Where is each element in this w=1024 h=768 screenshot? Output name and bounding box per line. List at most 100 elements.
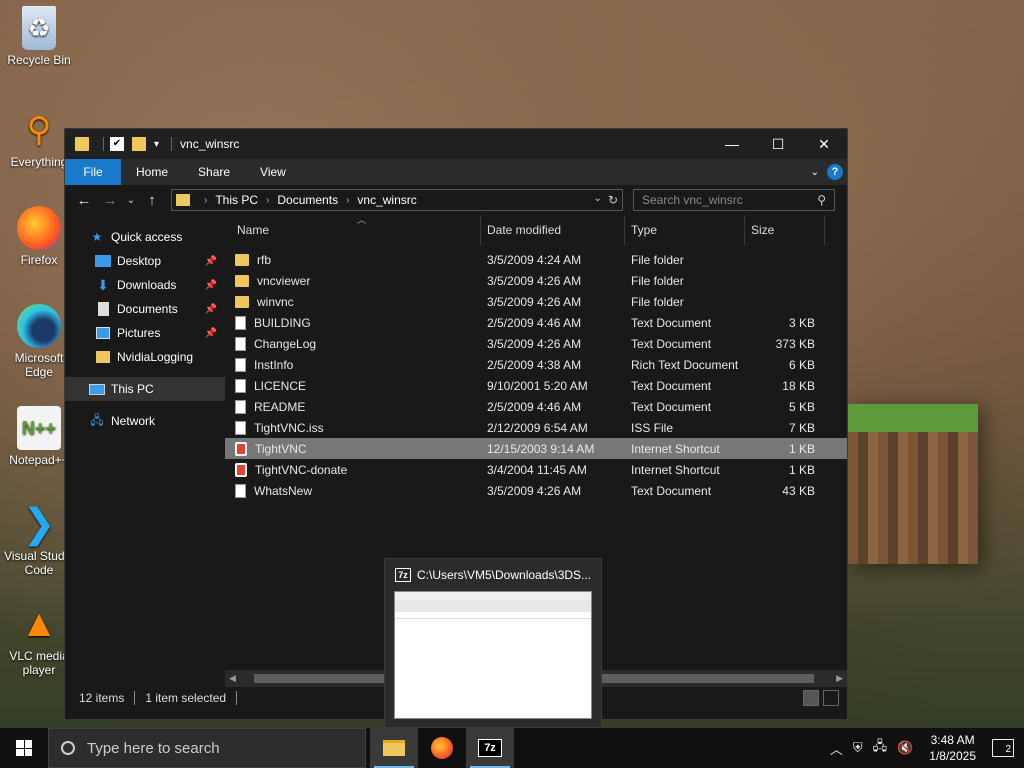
- column-size[interactable]: Size: [745, 215, 825, 245]
- search-box[interactable]: ⚲: [633, 189, 835, 211]
- folder-icon: [235, 253, 249, 266]
- start-button[interactable]: [0, 728, 48, 768]
- internet-shortcut-icon: [235, 462, 247, 477]
- table-row[interactable]: ChangeLog 3/5/2009 4:26 AM Text Document 37…: [225, 333, 847, 354]
- tab-view[interactable]: View: [245, 159, 301, 185]
- large-icons-view-icon[interactable]: [823, 690, 839, 706]
- file-name: ChangeLog: [254, 336, 317, 351]
- table-row[interactable]: BUILDING 2/5/2009 4:46 AM Text Document 3 K…: [225, 312, 847, 333]
- back-arrow-icon[interactable]: ←: [71, 192, 97, 209]
- volume-muted-icon[interactable]: 🔇: [897, 740, 913, 756]
- nav-label: This PC: [111, 382, 154, 396]
- nav-label: Quick access: [111, 230, 183, 244]
- column-name[interactable]: Name: [225, 215, 481, 245]
- preview-window-image[interactable]: [394, 591, 592, 719]
- tab-home[interactable]: Home: [121, 159, 183, 185]
- cell-date-modified: 9/10/2001 5:20 AM: [487, 378, 588, 393]
- pictures-icon: [95, 326, 111, 340]
- nav-this-pc[interactable]: This PC: [65, 377, 225, 401]
- table-row[interactable]: LICENCE 9/10/2001 5:20 AM Text Document 18 …: [225, 375, 847, 396]
- taskbar-app-file-explorer[interactable]: [370, 728, 418, 768]
- download-arrow-icon: ⬇: [97, 276, 109, 293]
- tab-file[interactable]: File: [65, 159, 121, 185]
- details-view-icon[interactable]: [803, 690, 819, 706]
- properties-icon[interactable]: ✔: [110, 137, 124, 151]
- maximize-button[interactable]: ☐: [755, 129, 801, 159]
- taskbar-app-7zip[interactable]: 7z: [466, 728, 514, 768]
- windows-logo-icon: [16, 740, 32, 756]
- table-row[interactable]: TightVNC 12/15/2003 9:14 AM Internet Short…: [225, 438, 847, 459]
- cell-date-modified: 3/5/2009 4:26 AM: [487, 336, 582, 351]
- breadcrumb-documents[interactable]: Documents: [277, 193, 338, 207]
- table-row[interactable]: vncviewer 3/5/2009 4:26 AM File folder: [225, 270, 847, 291]
- expand-ribbon-chevron-icon[interactable]: ⌄: [811, 167, 819, 178]
- breadcrumb-separator-icon[interactable]: ›: [204, 195, 207, 206]
- taskbar-search-box[interactable]: Type here to search: [48, 728, 366, 768]
- breadcrumb-this-pc[interactable]: This PC: [215, 193, 258, 207]
- table-row[interactable]: TightVNC.iss 2/12/2009 6:54 AM ISS File 7 K…: [225, 417, 847, 438]
- table-row[interactable]: InstInfo 2/5/2009 4:38 AM Rich Text Docume…: [225, 354, 847, 375]
- cell-type: File folder: [631, 252, 684, 267]
- forward-arrow-icon[interactable]: →: [97, 192, 123, 209]
- scroll-left-icon[interactable]: ◀: [225, 673, 240, 684]
- nav-label: Downloads: [117, 278, 177, 292]
- minimize-button[interactable]: —: [709, 129, 755, 159]
- pin-icon[interactable]: 📌: [205, 256, 217, 267]
- taskbar-thumbnail-preview[interactable]: 7z C:\Users\VM5\Downloads\3DS...: [384, 558, 602, 728]
- breadcrumb-separator-icon[interactable]: ›: [346, 195, 349, 206]
- refresh-icon[interactable]: ↻: [608, 193, 618, 207]
- folder-icon: [235, 274, 249, 287]
- tab-share[interactable]: Share: [183, 159, 245, 185]
- address-history-chevron-icon[interactable]: ⌄: [594, 193, 602, 207]
- cell-name: BUILDING: [225, 315, 481, 330]
- customize-toolbar-chevron-icon[interactable]: ▾: [154, 139, 159, 150]
- pin-icon[interactable]: 📌: [205, 328, 217, 339]
- nav-item-pictures[interactable]: Pictures 📌: [65, 321, 225, 345]
- desktop-icon-recycle-bin[interactable]: ♻ Recycle Bin: [4, 6, 74, 67]
- new-folder-icon[interactable]: [132, 137, 146, 151]
- preview-title: C:\Users\VM5\Downloads\3DS...: [417, 568, 592, 582]
- search-input[interactable]: [642, 193, 818, 207]
- up-arrow-icon[interactable]: ↑: [139, 192, 165, 209]
- nav-quick-access[interactable]: ★ Quick access: [65, 225, 225, 249]
- table-row[interactable]: WhatsNew 3/5/2009 4:26 AM Text Document 43 …: [225, 480, 847, 501]
- item-count: 12 items: [79, 691, 125, 705]
- nav-item-nvidialogging[interactable]: NvidiaLogging: [65, 345, 225, 369]
- recycle-bin-icon: ♻: [22, 6, 56, 50]
- nav-item-downloads[interactable]: ⬇ Downloads 📌: [65, 273, 225, 297]
- clock[interactable]: 3:48 AM 1/8/2025: [923, 732, 982, 764]
- nav-item-desktop[interactable]: Desktop 📌: [65, 249, 225, 273]
- security-icon[interactable]: ⛨: [853, 740, 863, 756]
- nav-item-documents[interactable]: Documents 📌: [65, 297, 225, 321]
- nav-network[interactable]: 🖧 Network: [65, 409, 225, 433]
- cell-size: 43 KB: [782, 483, 815, 498]
- table-row[interactable]: rfb 3/5/2009 4:24 AM File folder: [225, 249, 847, 270]
- pin-icon[interactable]: 📌: [205, 304, 217, 315]
- nav-label: Desktop: [117, 254, 162, 268]
- network-disconnected-icon[interactable]: 🖧: [873, 737, 888, 759]
- breadcrumb-separator-icon[interactable]: ›: [266, 195, 269, 206]
- desktop-icon-label: Everything: [10, 155, 68, 169]
- selection-count: 1 item selected: [145, 691, 227, 705]
- taskbar-search-placeholder: Type here to search: [87, 739, 220, 757]
- breadcrumb-vnc-winsrc[interactable]: vnc_winsrc: [357, 193, 416, 207]
- recent-locations-chevron-icon[interactable]: ⌄: [123, 195, 139, 206]
- folder-icon: [75, 137, 89, 151]
- search-icon[interactable]: ⚲: [817, 193, 826, 207]
- show-hidden-icons-chevron-icon[interactable]: ︿: [830, 739, 843, 758]
- column-type[interactable]: Type: [625, 215, 745, 245]
- column-date-modified[interactable]: Date modified: [481, 215, 625, 245]
- help-icon[interactable]: ?: [827, 164, 843, 180]
- table-row[interactable]: winvnc 3/5/2009 4:26 AM File folder: [225, 291, 847, 312]
- file-name: InstInfo: [254, 357, 294, 372]
- table-row[interactable]: TightVNC-donate 3/4/2004 11:45 AM Internet…: [225, 459, 847, 480]
- notifications-icon[interactable]: 2: [992, 739, 1014, 757]
- table-row[interactable]: README 2/5/2009 4:46 AM Text Document 5 KB: [225, 396, 847, 417]
- address-row: ← → ⌄ ↑ › This PC › Documents › vnc_wins…: [65, 185, 847, 215]
- pin-icon[interactable]: 📌: [205, 280, 217, 291]
- address-bar[interactable]: › This PC › Documents › vnc_winsrc ⌄ ↻: [171, 189, 623, 211]
- close-button[interactable]: ✕: [801, 129, 847, 159]
- scroll-right-icon[interactable]: ▶: [832, 673, 847, 684]
- file-name: TightVNC-donate: [255, 462, 348, 477]
- taskbar-app-firefox[interactable]: [418, 728, 466, 768]
